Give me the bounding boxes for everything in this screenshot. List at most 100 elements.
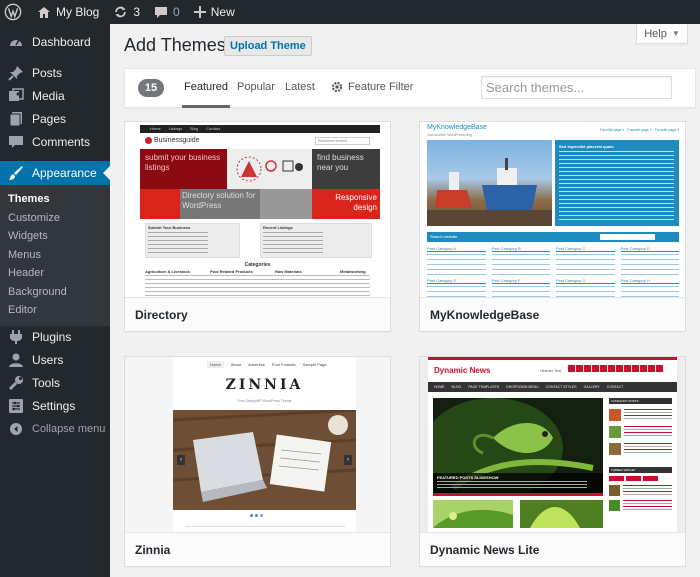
- tab-latest[interactable]: Latest: [285, 81, 315, 93]
- preview-side-title: CATEGORY POSTS: [611, 399, 639, 403]
- preview-logo: ZINNIA: [225, 377, 304, 393]
- theme-name: Dynamic News Lite: [420, 532, 685, 566]
- preview-cat-col: Raw Materials: [275, 269, 302, 274]
- search-themes-input[interactable]: [481, 76, 672, 99]
- preview-cat-col: Agriculture & Livestock: [145, 269, 190, 274]
- pin-icon: [8, 65, 24, 81]
- preview-next-arrow-icon: ›: [344, 455, 352, 465]
- brush-icon: [8, 165, 24, 181]
- preview-category: Post Category B: [491, 246, 550, 252]
- menu-appearance[interactable]: Appearance: [0, 161, 110, 185]
- menu-posts[interactable]: Posts: [0, 61, 110, 84]
- plus-icon: [193, 6, 206, 18]
- preview-nav-item: Post Formats: [271, 362, 296, 367]
- media-icon: [8, 87, 24, 104]
- tab-popular[interactable]: Popular: [237, 81, 275, 93]
- submenu-customize[interactable]: Customize: [0, 209, 110, 228]
- help-label: Help: [644, 27, 667, 40]
- theme-screenshot: Dynamic News Header Text HOME BLOG PAGE …: [420, 357, 685, 532]
- feature-filter-label: Feature Filter: [348, 81, 414, 93]
- preview-search-label: Search website: [430, 234, 458, 239]
- preview-nav-item: DROPDOWN MENU: [506, 385, 539, 389]
- site-name-link[interactable]: My Blog: [30, 0, 106, 24]
- menu-media[interactable]: Media: [0, 84, 110, 107]
- menu-tools[interactable]: Tools: [0, 372, 110, 395]
- theme-card-dynamic-news-lite[interactable]: Dynamic News Header Text HOME BLOG PAGE …: [419, 356, 686, 567]
- preview-nav-item: PAGE TEMPLATES: [468, 385, 500, 389]
- submenu-menus[interactable]: Menus: [0, 246, 110, 265]
- preview-prev-arrow-icon: ‹: [177, 455, 185, 465]
- admin-sidebar: Dashboard Posts Media Pages Comments App…: [0, 24, 110, 577]
- home-icon: [38, 6, 50, 18]
- preview-categories-title: Categories: [244, 262, 271, 268]
- new-content-link[interactable]: New: [187, 0, 242, 24]
- submenu-themes[interactable]: Themes: [0, 190, 110, 209]
- preview-category: Post Category D: [620, 246, 679, 252]
- updates-icon: [115, 6, 127, 18]
- menu-dashboard[interactable]: Dashboard: [0, 30, 110, 53]
- menu-users[interactable]: Users: [0, 349, 110, 372]
- upload-theme-button[interactable]: Upload Theme: [224, 36, 312, 56]
- preview-slide-title: FEATURED POSTS SLIDESHOW: [437, 475, 499, 480]
- gear-icon: [331, 81, 343, 93]
- appearance-submenu: Themes Customize Widgets Menus Header Ba…: [0, 185, 110, 326]
- preview-nav-item: GALLERY: [583, 385, 600, 389]
- preview-cat-col: Pool Related Products: [210, 269, 253, 274]
- preview-tagline-right: find business near you: [317, 153, 364, 172]
- preview-nav-item: CONTACT: [606, 385, 624, 389]
- theme-filter-bar: 15 Featured Popular Latest Feature Filte…: [124, 68, 696, 108]
- preview-logo: Dynamic News: [434, 366, 491, 375]
- updates-link[interactable]: 3: [106, 0, 147, 24]
- submenu-editor[interactable]: Editor: [0, 301, 110, 320]
- preview-category: Post Category C: [556, 246, 615, 252]
- submenu-background[interactable]: Background: [0, 283, 110, 302]
- menu-comments[interactable]: Comments: [0, 130, 110, 153]
- help-tab-button[interactable]: Help ▼: [636, 24, 688, 44]
- preview-header-text: Header Text: [540, 368, 562, 373]
- menu-settings-label: Settings: [32, 399, 76, 413]
- feature-filter-button[interactable]: Feature Filter: [331, 81, 413, 93]
- tab-featured[interactable]: Featured: [181, 81, 231, 108]
- submenu-header[interactable]: Header: [0, 264, 110, 283]
- menu-settings[interactable]: Settings: [0, 395, 110, 418]
- menu-posts-label: Posts: [32, 65, 63, 80]
- menu-plugins-label: Plugins: [32, 330, 72, 344]
- preview-nav-item: HOME: [434, 385, 445, 389]
- theme-screenshot: Home About Advertise Post Formats Sample…: [125, 357, 390, 532]
- collapse-menu-label: Collapse menu: [32, 423, 106, 435]
- collapse-menu-button[interactable]: Collapse menu: [0, 418, 110, 441]
- site-name: My Blog: [56, 5, 100, 19]
- wordpress-logo-icon[interactable]: [0, 0, 30, 24]
- new-label: New: [210, 5, 235, 19]
- main-content: Help ▼ Add Themes Upload Theme 15 Featur…: [110, 24, 700, 577]
- preview-nav-item: Sample Page: [302, 362, 327, 367]
- menu-plugins[interactable]: Plugins: [0, 326, 110, 349]
- preview-nav-item: About: [230, 362, 242, 367]
- preview-tagline: Free SimplyWP WordPress Theme: [237, 399, 292, 403]
- theme-card-zinnia[interactable]: Home About Advertise Post Formats Sample…: [124, 356, 391, 567]
- theme-count-badge: 15: [138, 79, 164, 97]
- preview-tagline-left: submit your business listings: [145, 153, 221, 172]
- menu-tools-label: Tools: [32, 376, 61, 390]
- preview-widget-title: TABBED WIDGET: [611, 468, 636, 472]
- menu-pages-label: Pages: [32, 111, 67, 126]
- theme-card-myknowledgebase[interactable]: MyKnowledgeBase Just another WordPress b…: [419, 121, 686, 332]
- preview-box2-title: Recent Listings: [263, 225, 293, 230]
- menu-pages[interactable]: Pages: [0, 107, 110, 130]
- updates-count: 3: [133, 5, 141, 19]
- preview-mid-right: Responsive design: [335, 193, 377, 212]
- preview-category: Post Category H: [620, 278, 679, 284]
- preview-search-box: Business search: [315, 137, 370, 145]
- theme-name: Zinnia: [125, 532, 390, 566]
- page-title: Add Themes: [124, 35, 226, 55]
- preview-nav-item: Home: [207, 361, 224, 368]
- preview-category: Post Category G: [556, 278, 615, 284]
- preview-mid-left: Directory solution for WordPress: [182, 191, 256, 210]
- comments-link[interactable]: 0: [147, 0, 187, 24]
- admin-bar: My Blog 3 0 New: [0, 0, 700, 24]
- theme-card-directory[interactable]: Home Listings Blog Contact Businessguide…: [124, 121, 391, 332]
- submenu-widgets[interactable]: Widgets: [0, 227, 110, 246]
- preview-subtitle: Just another WordPress blog: [427, 133, 473, 137]
- collapse-arrow-icon: [8, 421, 24, 437]
- preview-cat-col: Metalworking: [340, 269, 366, 274]
